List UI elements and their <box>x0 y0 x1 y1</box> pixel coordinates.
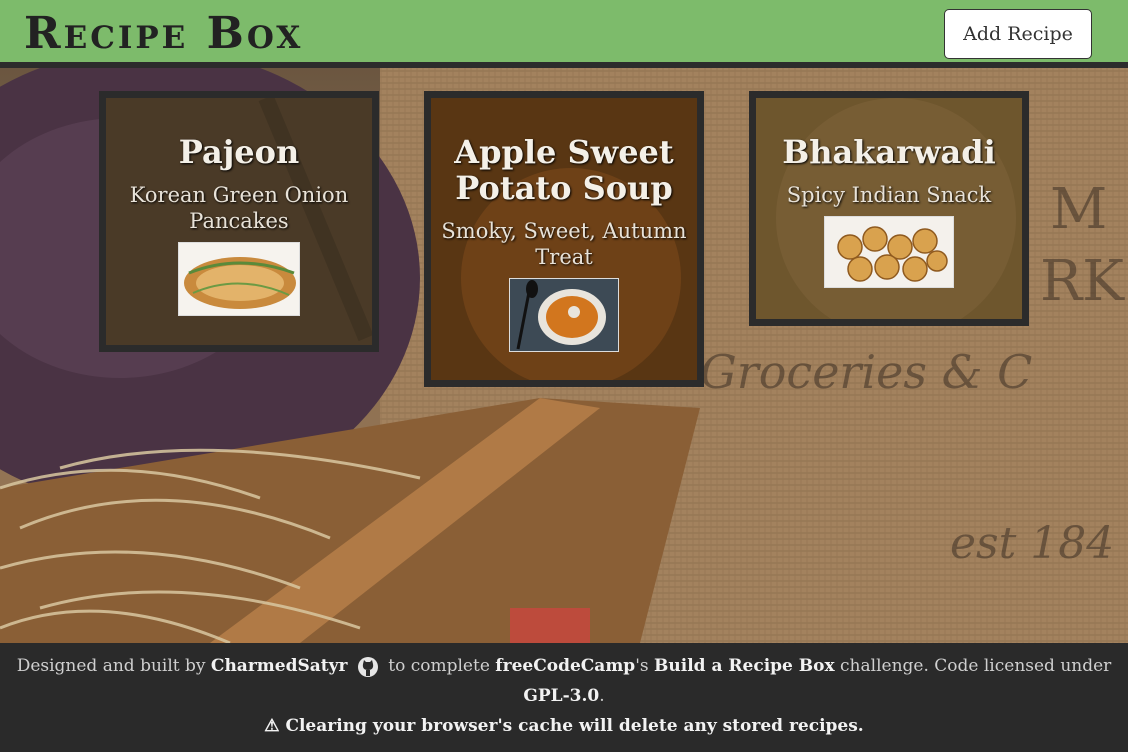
recipe-name[interactable]: Apple Sweet Potato Soup <box>439 134 689 206</box>
credits-challenge-suffix: challenge. Code licensed under <box>840 656 1112 676</box>
soup-photo-icon <box>509 278 619 352</box>
credits-to-complete: to complete <box>388 656 490 676</box>
page-footer: Designed and built by CharmedSatyr to co… <box>0 643 1128 752</box>
cache-warning-text: Clearing your browser's cache will delet… <box>285 716 864 736</box>
recipe-description: Korean Green Onion Pancakes <box>129 183 349 233</box>
credits-prefix: Designed and built by <box>16 656 206 676</box>
cache-warning: ⚠ Clearing your browser's cache will del… <box>0 711 1128 741</box>
add-recipe-button[interactable]: Add Recipe <box>944 9 1092 59</box>
fcc-link[interactable]: freeCodeCamp <box>495 656 635 676</box>
recipe-card[interactable]: Apple Sweet Potato Soup Smoky, Sweet, Au… <box>424 91 704 387</box>
warning-icon: ⚠ <box>264 716 280 736</box>
credits-possessive: 's <box>635 656 649 676</box>
svg-text:Groceries & C: Groceries & C <box>700 345 1032 399</box>
author-link[interactable]: CharmedSatyr <box>211 656 348 676</box>
svg-text:M: M <box>1050 177 1107 242</box>
recipe-name[interactable]: Bhakarwadi <box>764 134 1014 170</box>
recipe-name[interactable]: Pajeon <box>114 134 364 170</box>
svg-text:RK: RK <box>1040 249 1125 314</box>
credits-line: Designed and built by CharmedSatyr to co… <box>0 651 1128 711</box>
recipe-description: Spicy Indian Snack <box>786 183 992 207</box>
license-link[interactable]: GPL-3.0 <box>523 686 599 706</box>
github-icon[interactable] <box>357 656 379 678</box>
app-header: Recipe Box Add Recipe <box>0 0 1128 68</box>
recipe-description: Smoky, Sweet, Autumn Treat <box>441 219 687 269</box>
pajeon-photo-icon <box>178 242 300 316</box>
challenge-link[interactable]: Build a Recipe Box <box>654 656 835 676</box>
recipe-card[interactable]: Pajeon Korean Green Onion Pancakes <box>99 91 379 352</box>
bhakarwadi-photo-icon <box>824 216 954 288</box>
app-title: Recipe Box <box>24 8 304 59</box>
svg-text:est 184: est 184 <box>950 518 1114 569</box>
credits-period: . <box>599 686 605 706</box>
recipe-card[interactable]: Bhakarwadi Spicy Indian Snack <box>749 91 1029 326</box>
